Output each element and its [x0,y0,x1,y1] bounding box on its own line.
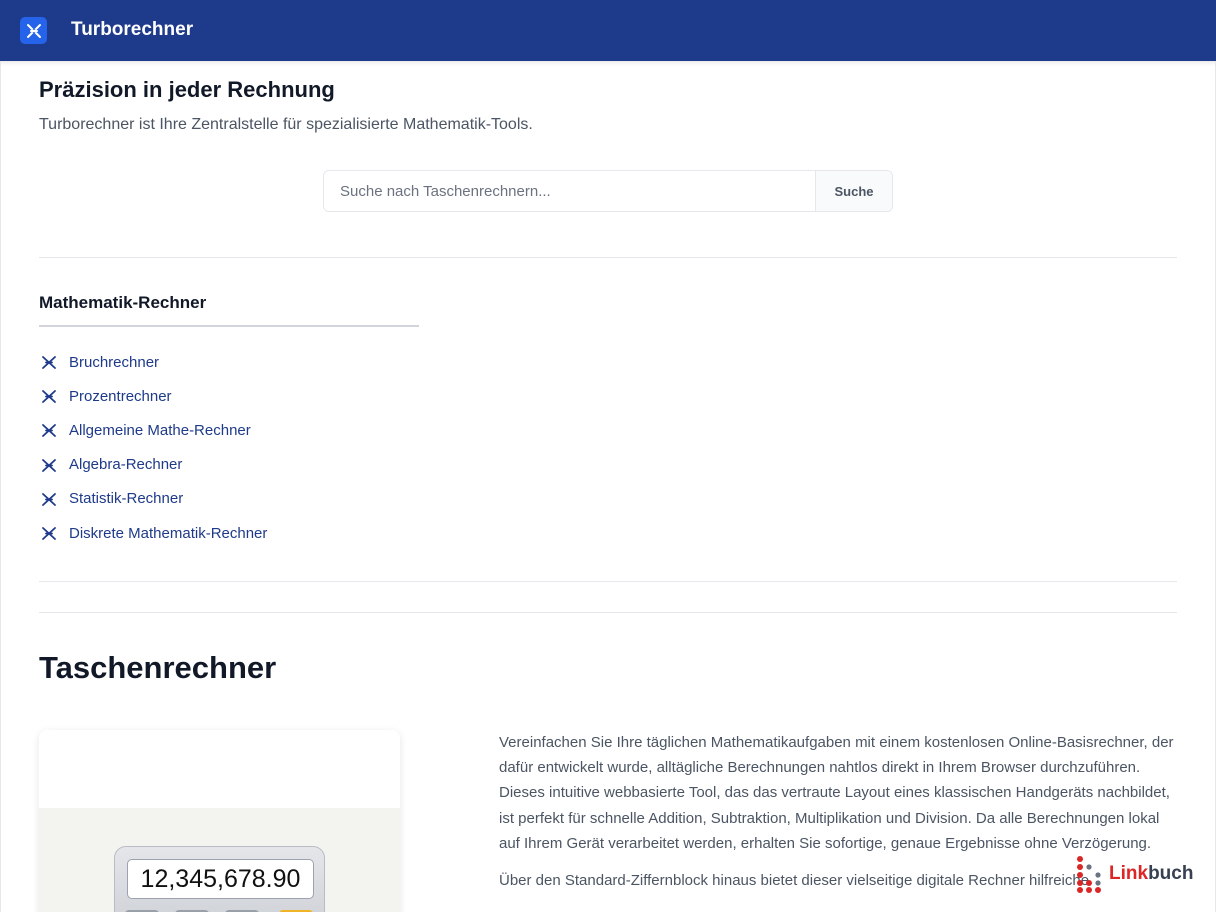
link-statistik-rechner[interactable]: Statistik-Rechner [69,490,183,507]
list-item: Algebra-Rechner [39,448,267,482]
description-paragraph: Vereinfachen Sie Ihre täglichen Mathemat… [499,734,1174,852]
calculator-icon [39,352,59,372]
category-title: Mathematik-Rechner [39,293,207,312]
list-item: Prozentrechner [39,379,267,413]
link-prozentrechner[interactable]: Prozentrechner [69,388,172,405]
calculator-icon [39,489,59,509]
calculator-device: 12,345,678.90 [114,846,325,912]
list-item: Allgemeine Mathe-Rechner [39,413,267,447]
divider [39,257,1177,258]
calculator-display: 12,345,678.90 [127,859,314,899]
hero-subtitle: Turborechner ist Ihre Zentralstelle für … [39,116,533,133]
calculator-image-card: 12,345,678.90 [39,730,400,912]
watermark-text: Link [1109,863,1149,884]
divider [39,612,1177,613]
list-item: Bruchrechner [39,345,267,379]
link-algebra-rechner[interactable]: Algebra-Rechner [69,456,182,473]
list-item: Diskrete Mathematik-Rechner [39,516,267,550]
calculator-icon [39,386,59,406]
divider [39,581,1177,582]
linkbuch-logo-icon [1077,856,1101,893]
calculator-image: 12,345,678.90 [39,808,400,912]
calculator-icon [39,455,59,475]
calculator-logo-icon[interactable] [20,17,47,44]
search-input[interactable] [324,171,815,211]
linkbuch-watermark: Linkbuch [1076,855,1193,893]
watermark-text: buch [1148,863,1194,884]
calculator-icon [39,420,59,440]
calculator-link-list: Bruchrechner Prozentrechner Allgemeine M… [39,345,267,550]
search-button[interactable]: Suche [815,171,892,211]
link-diskrete-mathematik-rechner[interactable]: Diskrete Mathematik-Rechner [69,525,267,542]
app-name[interactable]: Turborechner [71,19,193,41]
calculator-icon [39,523,59,543]
hero-title: Präzision in jeder Rechnung [39,77,335,102]
top-navbar: Turborechner [0,0,1216,61]
link-allgemeine-mathe-rechner[interactable]: Allgemeine Mathe-Rechner [69,422,251,439]
list-item: Statistik-Rechner [39,482,267,516]
section-title: Taschenrechner [39,650,277,685]
link-bruchrechner[interactable]: Bruchrechner [69,354,159,371]
category-underline [39,325,419,327]
search-bar: Suche [323,170,893,212]
